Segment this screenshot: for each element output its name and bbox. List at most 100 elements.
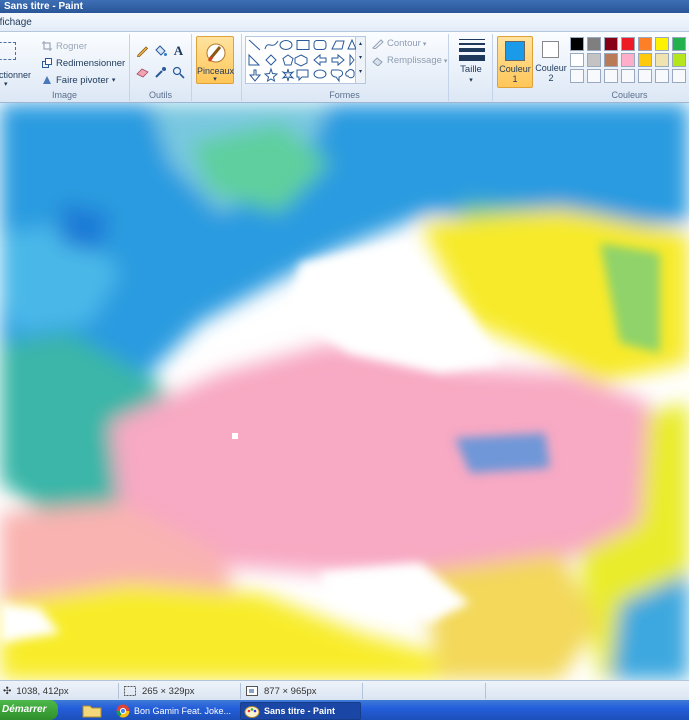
chevron-down-icon: ▾ [422,40,427,48]
palette-swatch[interactable] [638,69,652,83]
palette-swatch[interactable] [638,37,652,51]
image-size-value: 877 × 965px [264,685,317,697]
image-group-label: Image [51,90,77,100]
fill-icon [372,56,383,66]
palette-swatch[interactable] [655,69,669,83]
taskbar-folder[interactable] [78,702,108,720]
text-tool[interactable]: A [170,42,187,59]
color1-swatch [505,41,525,61]
paint-app-icon [244,706,260,718]
tab-affichage[interactable]: ffichage [0,13,32,32]
fill-label: Remplissage [387,55,442,66]
outline-button[interactable]: Contour ▾ [372,38,426,49]
more-shapes-icon: ▾ [358,69,362,75]
taskbar-item-paint-label: Sans titre - Paint [264,706,336,716]
shapes-scrollbar[interactable]: ▴ ▾ ▾ [356,36,366,84]
outline-label: Contour [387,38,421,49]
crop-button[interactable]: Rogner [42,39,87,53]
shapes-group-label: Formes [329,90,360,100]
image-size: 877 × 965px [246,681,317,701]
menu-bar: ffichage [0,13,689,32]
crop-label: Rogner [56,40,88,52]
resize-button[interactable]: Redimensionner [42,56,125,70]
palette-swatch[interactable] [672,69,686,83]
crop-icon [42,41,52,51]
color2-button[interactable]: Couleur 2 [534,36,568,88]
palette-swatch[interactable] [621,37,635,51]
palette-swatch[interactable] [604,53,618,67]
color2-label-line1: Couleur [535,63,567,73]
select-label: ectionner [0,70,32,80]
shapes-gallery [245,36,357,84]
scroll-up-icon: ▴ [358,41,362,47]
resize-icon [42,58,52,68]
palette-swatch[interactable] [587,37,601,51]
magnifier-tool[interactable] [170,64,187,81]
palette-swatch[interactable] [672,53,686,67]
drawing-canvas[interactable] [0,103,689,680]
status-bar: ✣ 1038, 412px 265 × 329px 877 × 965px [0,680,689,700]
palette-swatch[interactable] [621,69,635,83]
canvas-painting [0,103,689,680]
rotate-icon [43,76,51,84]
shapes-gallery-icons [248,38,357,83]
palette-swatch[interactable] [604,37,618,51]
color2-label: Couleur 2 [534,63,568,83]
palette-swatch[interactable] [570,69,584,83]
select-button[interactable]: ectionner ▾ [0,38,31,92]
size-button[interactable]: Taille ▾ [452,36,490,96]
pencil-tool[interactable] [134,42,151,59]
fill-button[interactable]: Remplissage ▾ [372,55,447,66]
chevron-down-icon: ▾ [111,77,116,84]
taskbar: Démarrer Bon Gamin Feat. Joke... Sans ti… [0,700,689,720]
chevron-down-icon: ▾ [469,77,473,84]
color2-label-line2: 2 [548,73,554,83]
palette-swatch[interactable] [655,37,669,51]
resize-label: Redimensionner [56,57,126,69]
tools-group-label: Outils [148,90,172,100]
palette-swatch[interactable] [621,53,635,67]
magnifier-icon [172,66,185,79]
color1-label: Couleur 1 [498,64,532,84]
palette-swatch[interactable] [570,37,584,51]
palette-swatch[interactable] [638,53,652,67]
rotate-button[interactable]: Faire pivoter ▾ [42,73,115,87]
colors-group-label: Couleurs [611,90,648,100]
taskbar-item-chrome[interactable]: Bon Gamin Feat. Joke... [113,702,237,720]
fill-tool[interactable] [152,42,169,59]
eraser-tool[interactable] [134,64,151,81]
color1-label-line2: 1 [512,74,518,84]
eraser-icon [136,68,149,78]
image-group: ectionner ▾ Rogner Redimensionner Faire … [0,34,130,101]
color1-button[interactable]: Couleur 1 [497,36,533,88]
color-picker-tool[interactable] [152,64,169,81]
palette-swatch[interactable] [587,53,601,67]
pencil-icon [136,46,149,57]
brushes-button[interactable]: Pinceaux ▾ [196,36,234,84]
selection-size-value: 265 × 329px [142,685,195,697]
palette-swatch[interactable] [655,53,669,67]
cursor-position-value: 1038, 412px [16,685,69,697]
scroll-down-icon: ▾ [358,55,362,61]
size-label: Taille [460,64,482,75]
palette-swatch[interactable] [587,69,601,83]
paint-bucket-icon [155,45,167,56]
color1-label-line1: Couleur [499,64,531,74]
folder-icon [82,705,102,718]
palette-swatch[interactable] [672,37,686,51]
taskbar-item-paint[interactable]: Sans titre - Paint [240,702,361,720]
outline-icon [372,38,384,49]
ribbon: ectionner ▾ Rogner Redimensionner Faire … [0,32,689,103]
selection-size: 265 × 329px [124,681,195,701]
palette-swatch[interactable] [604,69,618,83]
chrome-icon [116,704,130,718]
image-size-icon [246,686,258,696]
chevron-down-icon: ▾ [443,57,448,65]
tools-group: A Outils [130,34,192,101]
start-label: Démarrer [2,704,47,715]
line-width-icon [459,39,485,64]
eyedropper-icon [155,67,166,78]
chevron-down-icon: ▾ [213,76,217,83]
start-button[interactable]: Démarrer [0,700,58,720]
palette-swatch[interactable] [570,53,584,67]
